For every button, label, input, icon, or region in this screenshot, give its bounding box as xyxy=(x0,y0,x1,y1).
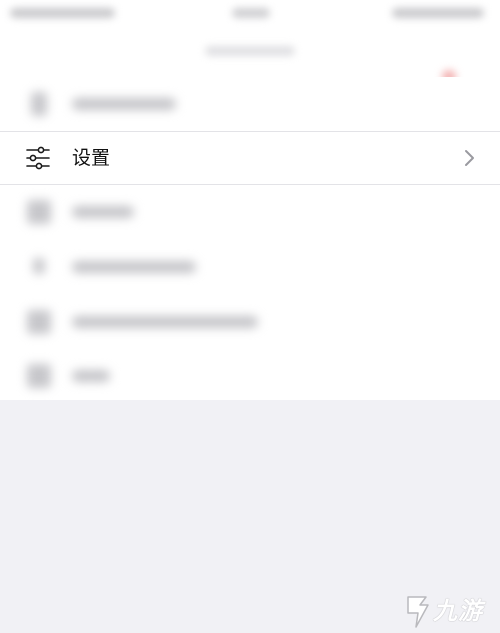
menu-item-blurred-1[interactable] xyxy=(0,77,500,131)
menu-item-icon xyxy=(27,364,51,388)
status-bar-carrier xyxy=(10,8,115,18)
menu-item-label xyxy=(72,316,258,328)
watermark: 九游 xyxy=(400,593,494,629)
menu-item-icon xyxy=(31,92,47,116)
status-bar xyxy=(0,0,500,30)
menu-item-icon xyxy=(27,200,51,224)
status-bar-indicators xyxy=(392,8,484,18)
settings-label: 设置 xyxy=(72,147,111,169)
menu-item-blurred-5[interactable] xyxy=(0,295,500,349)
watermark-text: 九游 xyxy=(433,597,483,625)
nav-bar xyxy=(0,30,500,84)
menu-item-label xyxy=(72,98,176,110)
menu-item-label xyxy=(72,206,134,218)
menu-item-icon xyxy=(33,258,45,274)
menu-item-blurred-6[interactable] xyxy=(0,349,500,403)
chevron-right-icon xyxy=(462,149,476,167)
menu-item-blurred-3[interactable] xyxy=(0,185,500,239)
menu-item-blurred-4[interactable] xyxy=(0,240,500,294)
sliders-icon xyxy=(26,146,50,170)
status-bar-time xyxy=(232,8,270,18)
menu-list xyxy=(0,77,500,400)
nav-title xyxy=(205,46,295,56)
watermark-logo-icon xyxy=(407,596,429,628)
menu-item-icon xyxy=(27,310,51,334)
menu-item-label xyxy=(72,261,196,273)
menu-item-label xyxy=(72,370,110,382)
settings-row[interactable]: 设置 xyxy=(0,131,500,185)
